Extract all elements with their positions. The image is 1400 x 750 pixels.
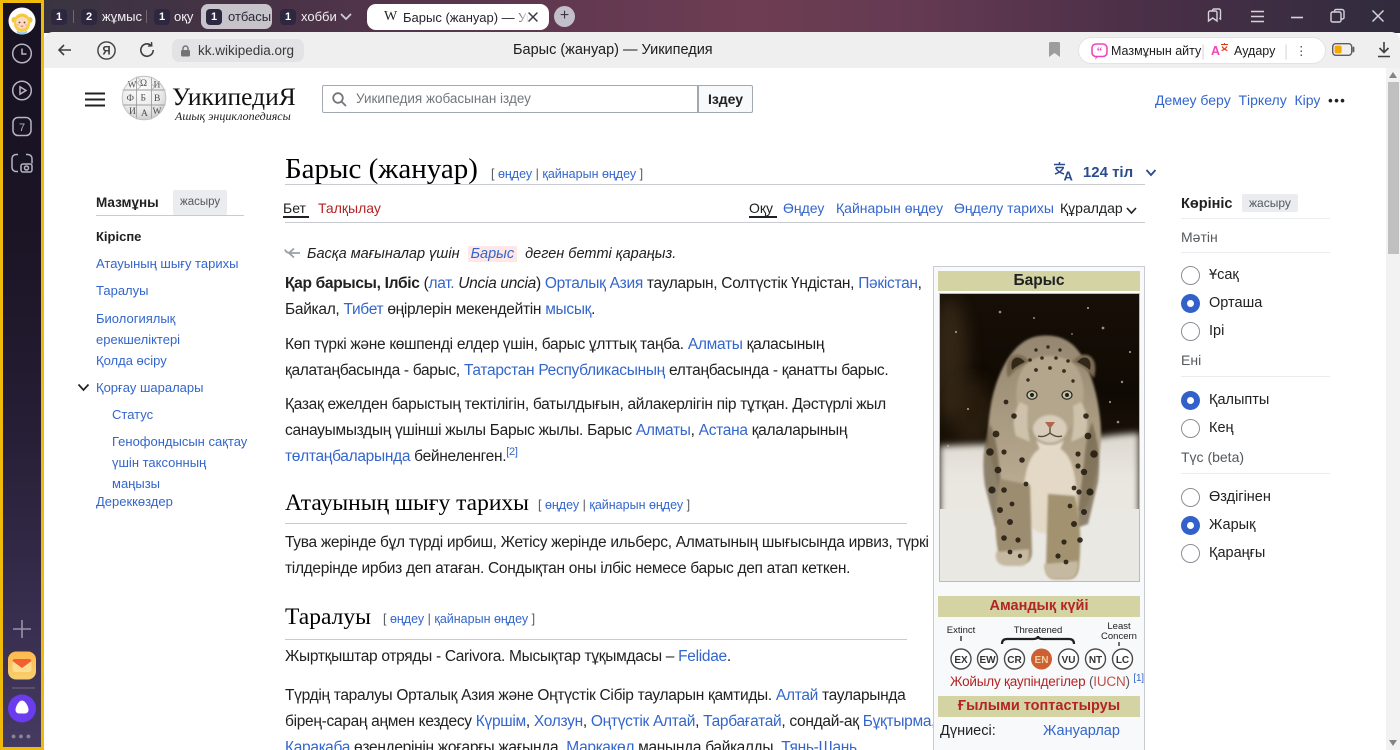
svg-text:Ф: Ф	[127, 94, 135, 104]
svg-text:LC: LC	[1116, 655, 1129, 666]
svg-text:7: 7	[19, 122, 25, 134]
svg-text:Я: Я	[102, 46, 110, 58]
svg-text:EW: EW	[979, 655, 996, 666]
svg-text:Ω: Ω	[140, 79, 147, 89]
svg-text:NT: NT	[1089, 655, 1102, 666]
svg-text:A: A	[1064, 169, 1074, 182]
svg-text:EN: EN	[1035, 655, 1049, 666]
svg-text:И: И	[129, 107, 136, 117]
svg-text:Concern: Concern	[1101, 631, 1137, 642]
svg-text:CR: CR	[1007, 655, 1022, 666]
svg-text:B: B	[154, 94, 160, 104]
svg-text:“: “	[1097, 46, 1103, 58]
svg-text:Extinct: Extinct	[947, 625, 976, 636]
svg-text:A: A	[141, 109, 148, 119]
svg-text:VU: VU	[1062, 655, 1076, 666]
svg-text:Б: Б	[141, 94, 146, 104]
svg-text:Threatened: Threatened	[1014, 625, 1063, 636]
svg-text:EX: EX	[954, 655, 968, 666]
